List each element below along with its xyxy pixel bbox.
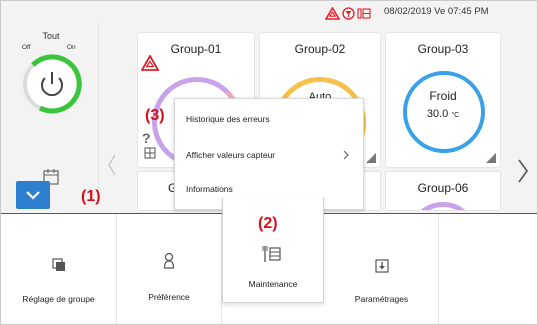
menu-label: Réglage de groupe [22,294,95,304]
group-name: Group-06 [417,181,469,195]
menu-label: Paramétrages [354,294,409,304]
group-settings-icon [51,258,65,271]
card-corner-icon [366,153,376,163]
grid-icon[interactable] [144,147,156,159]
menu-group-settings[interactable]: Réglage de groupe [1,214,117,324]
annotation-label-3: (3) [145,107,165,124]
status-bar: 08/02/2019 Ve 07:45 PM [1,1,537,23]
maintenance-icon [262,246,281,262]
annotation-label-1: (1) [81,188,101,205]
master-label: Tout [42,31,60,41]
chevron-down-icon [26,191,40,200]
download-icon [374,259,389,273]
menu-preference[interactable]: Préférence [117,214,222,324]
menu-item-error-history[interactable]: Historique des erreurs [175,101,363,137]
chevron-right-icon [343,150,349,160]
menu-item-label: Historique des erreurs [186,114,270,124]
menu-label: Préférence [148,292,190,302]
group-status-ring [408,202,478,210]
group-mode: Froid [429,89,457,103]
on-label: On [67,44,76,51]
menu-parametrages[interactable]: Paramétrages [325,214,439,324]
group-name: Group-03 [417,42,469,56]
group-name: Group-02 [294,42,346,56]
previous-page-chevron-icon[interactable] [105,151,119,179]
setpoint-unit: °C [451,112,460,119]
menu-maintenance[interactable]: Maintenance [222,197,324,303]
master-panel: Tout Off On [3,23,99,195]
off-label: Off [22,44,31,51]
group-name: Group-01 [170,42,222,56]
next-page-chevron-icon[interactable] [515,156,531,186]
setpoint-value: 30.0 [426,108,449,120]
group-card-06[interactable]: Group-06 [385,171,501,211]
annotation-label-2: (2) [258,215,278,232]
status-icons [325,6,371,20]
master-power-dial[interactable] [19,51,85,117]
warning-icon[interactable] [325,6,340,20]
network-icon[interactable] [357,7,371,20]
user-icon [163,252,175,269]
help-icon[interactable]: ? [142,130,151,146]
menu-item-sensor-values[interactable]: Afficher valeurs capteur [175,137,363,173]
menu-item-label: Afficher valeurs capteur [186,150,276,160]
menu-item-label: Informations [186,184,233,194]
warning-icon [141,55,159,71]
group-context-menu: Historique des erreurs Afficher valeurs … [174,98,364,210]
group-setpoint: 30.0 °C [386,108,500,120]
menu-empty-slot [439,214,537,324]
filter-icon[interactable] [342,6,355,20]
menu-label: Maintenance [248,279,298,289]
collapse-menu-button[interactable] [16,181,50,209]
card-corner-icon [486,153,496,163]
screen: 08/02/2019 Ve 07:45 PM Tout Off On Group… [0,0,538,325]
group-card-03[interactable]: Group-03 Froid 30.0 °C [385,32,501,168]
datetime: 08/02/2019 Ve 07:45 PM [384,6,489,17]
